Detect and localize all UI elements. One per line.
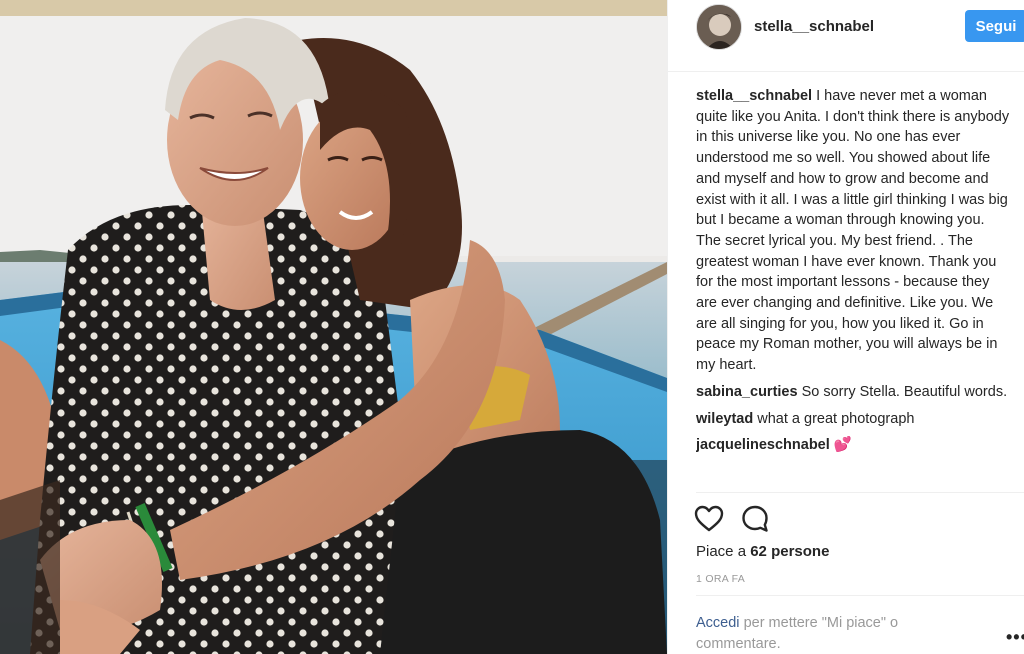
more-options-icon[interactable]: ••• xyxy=(1006,628,1024,646)
comments-list[interactable]: stella__schnabel I have never met a woma… xyxy=(696,86,1012,490)
header-username[interactable]: stella__schnabel xyxy=(754,18,874,35)
avatar-image xyxy=(697,5,741,49)
comment-text: what a great photograph xyxy=(757,410,915,427)
caption: stella__schnabel I have never met a woma… xyxy=(696,86,1012,376)
likes-number[interactable]: 62 persone xyxy=(750,543,829,560)
login-prompt: Accedi per mettere "Mi piace" o commenta… xyxy=(696,613,966,654)
comment-text: So sorry Stella. Beautiful words. xyxy=(801,383,1008,400)
photo-illustration xyxy=(0,0,667,654)
divider xyxy=(696,595,1024,596)
comment-item: wileytad what a great photograph xyxy=(696,409,1012,430)
comment-username[interactable]: sabina_curties xyxy=(696,384,798,400)
comment-username[interactable]: jacquelineschnabel xyxy=(696,437,830,453)
avatar[interactable] xyxy=(696,4,742,50)
comment-item: jacquelineschnabel 💕 xyxy=(696,435,1012,456)
comment-text: 💕 xyxy=(833,437,852,454)
likes-count: Piace a 62 persone xyxy=(696,543,829,560)
post-photo[interactable] xyxy=(0,0,667,654)
follow-button[interactable]: Segui xyxy=(965,10,1024,42)
post-header: stella__schnabel Segui xyxy=(668,0,1024,72)
divider xyxy=(696,492,1024,493)
comment-item: sabina_curties So sorry Stella. Beautifu… xyxy=(696,382,1012,403)
comment-username[interactable]: wileytad xyxy=(696,411,753,427)
post-timestamp[interactable]: 1 ORA FA xyxy=(696,573,745,585)
caption-text: I have never met a woman quite like you … xyxy=(696,88,1010,374)
likes-prefix: Piace a xyxy=(696,543,747,560)
comment-bubble-icon[interactable] xyxy=(740,504,770,534)
heart-icon[interactable] xyxy=(694,504,724,534)
caption-username[interactable]: stella__schnabel xyxy=(696,88,812,104)
post-side-panel: stella__schnabel Segui stella__schnabel … xyxy=(667,0,1024,654)
login-link[interactable]: Accedi xyxy=(696,615,740,631)
